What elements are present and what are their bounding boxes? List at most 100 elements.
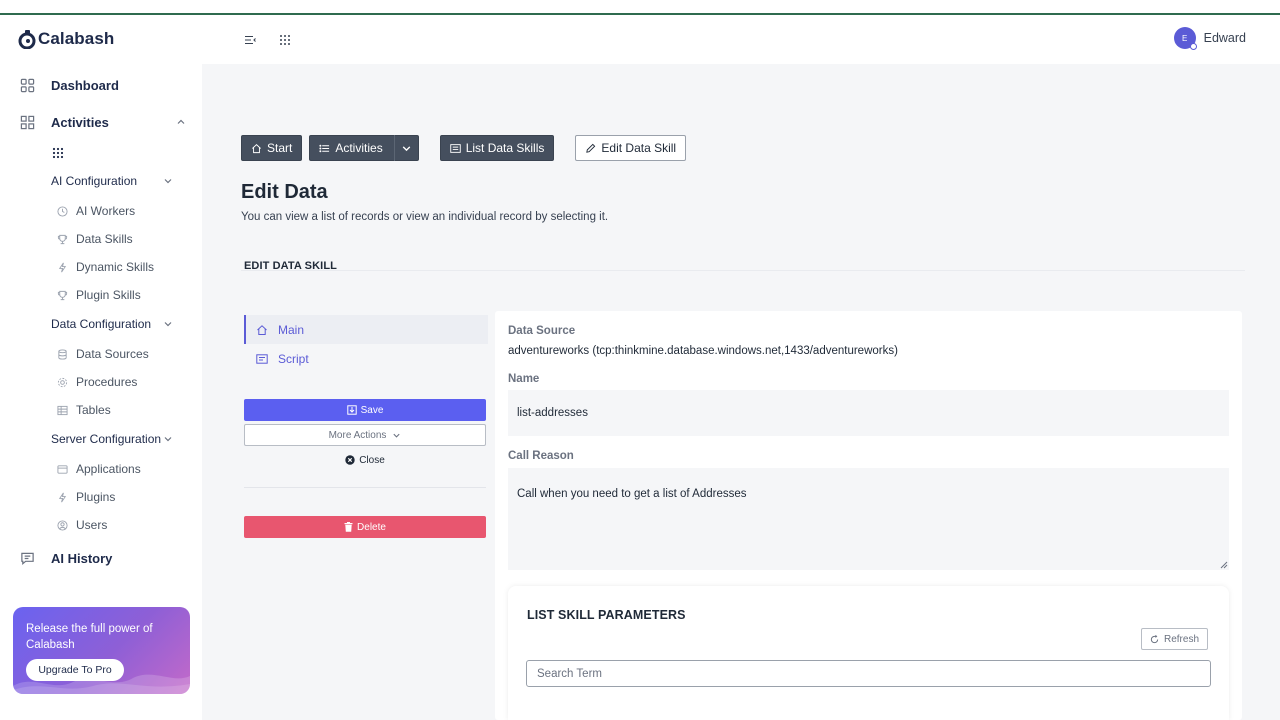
more-actions-button[interactable]: More Actions xyxy=(244,424,486,446)
database-icon xyxy=(58,348,67,360)
chevron-down-icon xyxy=(164,437,172,442)
nav-activities[interactable]: Activities xyxy=(20,115,186,130)
trash-icon xyxy=(344,522,353,532)
refresh-button[interactable]: Refresh xyxy=(1140,628,1208,650)
nav-dashboard[interactable]: Dashboard xyxy=(20,78,119,93)
close-button[interactable]: Close xyxy=(244,450,486,470)
breadcrumb: Start Activities List Data Skills Edit D… xyxy=(241,135,687,161)
dashboard-icon xyxy=(20,78,35,93)
window-icon xyxy=(57,464,68,474)
breadcrumb-start[interactable]: Start xyxy=(241,135,303,161)
call-reason-textarea[interactable]: Call when you need to get a list of Addr… xyxy=(508,468,1229,570)
sidebar-item-label: Data Sources xyxy=(76,347,149,361)
sidebar-item-users[interactable]: Users xyxy=(57,518,107,532)
delete-button[interactable]: Delete xyxy=(244,516,486,538)
upgrade-to-pro-button[interactable]: Upgrade To Pro xyxy=(26,659,124,681)
avatar-initial: E xyxy=(1181,33,1188,43)
group-server-configuration-label: Server Configuration xyxy=(51,432,162,446)
breadcrumb-list-data-skills[interactable]: List Data Skills xyxy=(439,135,555,161)
list-icon xyxy=(319,144,330,152)
apps-grid-icon[interactable] xyxy=(52,147,64,159)
breadcrumb-activities[interactable]: Activities xyxy=(309,135,419,161)
sidebar-item-plugin-skills[interactable]: Plugin Skills xyxy=(57,288,141,302)
script-icon xyxy=(256,353,268,364)
activities-dropdown-toggle[interactable] xyxy=(393,135,418,161)
breadcrumb-edit-data-skill[interactable]: Edit Data Skill xyxy=(575,135,687,161)
data-source-value: adventureworks (tcp:thinkmine.database.w… xyxy=(508,345,898,357)
lightning-icon xyxy=(58,262,67,272)
group-data-configuration[interactable]: Data Configuration xyxy=(51,317,173,331)
home-icon xyxy=(252,143,261,153)
home-icon xyxy=(257,324,267,335)
activities-icon xyxy=(20,115,35,130)
group-ai-configuration-label: AI Configuration xyxy=(51,174,138,188)
user-menu[interactable]: E Edward xyxy=(1173,27,1246,50)
tab-main[interactable]: Main xyxy=(244,315,488,344)
trophy-icon xyxy=(57,234,68,244)
list-box-icon xyxy=(449,143,461,153)
sidebar-item-label: Dynamic Skills xyxy=(76,260,155,274)
nav-ai-history-label: AI History xyxy=(51,551,113,566)
refresh-icon xyxy=(1150,634,1159,643)
close-circle-icon xyxy=(345,455,355,465)
chevron-down-icon xyxy=(164,322,172,327)
sidebar-item-procedures[interactable]: Procedures xyxy=(57,375,137,389)
list-skill-parameters-card: LIST SKILL PARAMETERS Refresh xyxy=(508,586,1229,720)
chevron-down-icon xyxy=(164,179,172,184)
sidebar-item-label: Users xyxy=(76,518,108,532)
sidebar-item-plugins[interactable]: Plugins xyxy=(57,490,115,504)
delete-label: Delete xyxy=(357,521,386,533)
save-button[interactable]: Save xyxy=(244,399,486,421)
tab-script[interactable]: Script xyxy=(244,344,488,373)
group-ai-configuration[interactable]: AI Configuration xyxy=(51,174,173,188)
call-reason-value: Call when you need to get a list of Addr… xyxy=(517,488,747,500)
breadcrumb-start-label: Start xyxy=(267,141,293,155)
name-label: Name xyxy=(508,373,540,385)
apps-grid-icon[interactable] xyxy=(278,33,292,47)
sidebar-item-data-sources[interactable]: Data Sources xyxy=(57,347,149,361)
group-server-configuration[interactable]: Server Configuration xyxy=(51,432,173,446)
user-icon xyxy=(57,519,68,531)
sidebar-item-ai-workers[interactable]: AI Workers xyxy=(57,204,135,218)
chevron-up-icon[interactable] xyxy=(176,117,186,127)
save-label: Save xyxy=(360,404,384,416)
page-subtitle: You can view a list of records or view a… xyxy=(241,211,609,223)
sidebar: Calabash Dashboard Activities AI Configu… xyxy=(0,15,202,720)
card-title: LIST SKILL PARAMETERS xyxy=(527,608,686,622)
trophy-icon xyxy=(57,290,68,300)
app-name: Calabash xyxy=(38,29,115,48)
menu-collapse-icon[interactable] xyxy=(243,33,257,47)
edit-tabs: Main Script xyxy=(244,315,488,373)
edit-form-panel: Data Source adventureworks (tcp:thinkmin… xyxy=(495,311,1242,720)
clock-icon xyxy=(57,205,68,217)
close-label: Close xyxy=(359,454,385,466)
breadcrumb-list-label: List Data Skills xyxy=(465,141,545,155)
sidebar-item-dynamic-skills[interactable]: Dynamic Skills xyxy=(57,260,154,274)
sidebar-item-label: Plugins xyxy=(76,490,116,504)
sidebar-item-label: Plugin Skills xyxy=(76,288,141,302)
data-source-label: Data Source xyxy=(508,325,576,337)
more-actions-label: More Actions xyxy=(328,429,387,441)
nav-ai-history[interactable]: AI History xyxy=(20,551,112,566)
table-icon xyxy=(57,405,68,415)
chat-history-icon xyxy=(21,552,34,565)
app-logo[interactable]: Calabash xyxy=(18,29,115,50)
sidebar-item-applications[interactable]: Applications xyxy=(57,462,141,476)
search-input[interactable] xyxy=(526,660,1211,687)
resize-handle-icon[interactable] xyxy=(1220,561,1228,569)
name-field[interactable]: list-addresses xyxy=(508,390,1229,436)
save-icon xyxy=(346,405,357,415)
upgrade-promo-card: Release the full power of Calabash Upgra… xyxy=(13,607,190,694)
calabash-logo-icon xyxy=(18,29,36,50)
nav-activities-label: Activities xyxy=(51,115,109,130)
sidebar-item-data-skills[interactable]: Data Skills xyxy=(57,232,133,246)
user-name: Edward xyxy=(1203,31,1246,45)
sidebar-item-tables[interactable]: Tables xyxy=(57,403,111,417)
sidebar-item-label: AI Workers xyxy=(76,204,136,218)
gear-icon xyxy=(57,377,68,387)
divider xyxy=(244,487,486,488)
sidebar-item-label: Applications xyxy=(76,462,141,476)
avatar: E xyxy=(1173,27,1197,50)
divider xyxy=(241,270,1245,271)
sidebar-item-label: Tables xyxy=(76,403,111,417)
